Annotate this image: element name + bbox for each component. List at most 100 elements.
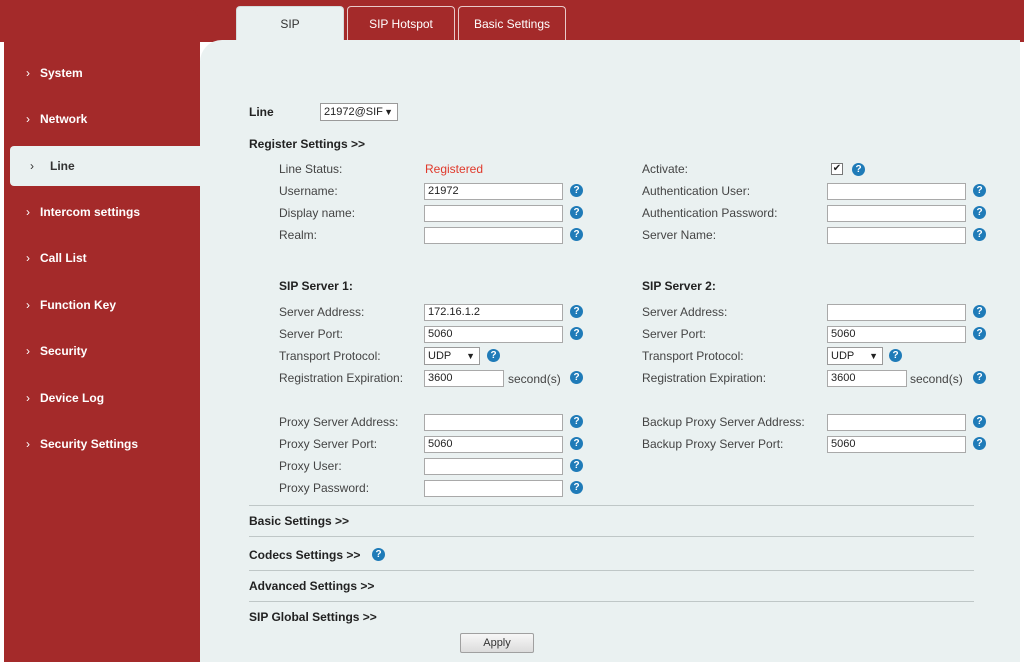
help-icon[interactable]: ? (973, 206, 986, 219)
server1-port-label: Server Port: (279, 327, 344, 341)
sidebar-item-label: Device Log (40, 391, 105, 405)
help-icon[interactable]: ? (570, 184, 583, 197)
server1-transport-label: Transport Protocol: (279, 349, 381, 363)
server-name-field[interactable] (827, 227, 966, 244)
sidebar-item-device-log[interactable]: › Device Log (4, 383, 200, 413)
divider (249, 601, 974, 602)
advanced-settings-header[interactable]: Advanced Settings >> (249, 579, 374, 593)
sip-global-settings-header[interactable]: SIP Global Settings >> (249, 610, 377, 624)
help-icon[interactable]: ? (372, 548, 385, 561)
backup-proxy-address-label: Backup Proxy Server Address: (642, 415, 805, 429)
server2-port-field[interactable]: 5060 (827, 326, 966, 343)
proxy-port-field[interactable]: 5060 (424, 436, 563, 453)
activate-label: Activate: (642, 162, 689, 176)
backup-proxy-port-field[interactable]: 5060 (827, 436, 966, 453)
sidebar-item-intercom-settings[interactable]: › Intercom settings (4, 197, 200, 227)
chevron-right-icon: › (26, 205, 30, 219)
server1-address-label: Server Address: (279, 305, 365, 319)
server1-address-field[interactable]: 172.16.1.2 (424, 304, 563, 321)
help-icon[interactable]: ? (570, 481, 583, 494)
sidebar-item-label: Network (40, 112, 88, 126)
sidebar-item-line[interactable]: › Line (10, 146, 202, 186)
server1-port-field[interactable]: 5060 (424, 326, 563, 343)
tab-sip-hotspot[interactable]: SIP Hotspot (347, 6, 455, 40)
sidebar-item-system[interactable]: › System (4, 58, 200, 88)
username-field[interactable]: 21972 (424, 183, 563, 200)
proxy-address-field[interactable] (424, 414, 563, 431)
server1-transport-value: UDP (428, 350, 452, 362)
chevron-right-icon: › (26, 391, 30, 405)
auth-password-label: Authentication Password: (642, 206, 778, 220)
sidebar-item-network[interactable]: › Network (4, 104, 200, 134)
proxy-password-label: Proxy Password: (279, 481, 370, 495)
realm-label: Realm: (279, 228, 318, 242)
auth-user-label: Authentication User: (642, 184, 751, 198)
proxy-password-field[interactable] (424, 480, 563, 497)
help-icon[interactable]: ? (973, 371, 986, 384)
line-select-value: 21972@SIF (324, 106, 383, 118)
sip-server-1-title: SIP Server 1: (279, 279, 353, 293)
server2-address-field[interactable] (827, 304, 966, 321)
help-icon[interactable]: ? (570, 371, 583, 384)
help-icon[interactable]: ? (570, 437, 583, 450)
help-icon[interactable]: ? (570, 228, 583, 241)
help-icon[interactable]: ? (973, 184, 986, 197)
help-icon[interactable]: ? (973, 228, 986, 241)
codecs-settings-header[interactable]: Codecs Settings >> (249, 548, 360, 562)
help-icon[interactable]: ? (852, 163, 865, 176)
backup-proxy-port-label: Backup Proxy Server Port: (642, 437, 784, 451)
sidebar-item-security[interactable]: › Security (4, 336, 200, 366)
proxy-user-field[interactable] (424, 458, 563, 475)
basic-settings-header[interactable]: Basic Settings >> (249, 514, 349, 528)
username-label: Username: (279, 184, 338, 198)
server2-transport-select[interactable]: UDP ▼ (827, 347, 883, 365)
activate-checkbox[interactable]: ✔ (831, 163, 843, 175)
server2-expiration-label: Registration Expiration: (642, 371, 767, 385)
help-icon[interactable]: ? (570, 415, 583, 428)
help-icon[interactable]: ? (973, 437, 986, 450)
proxy-user-label: Proxy User: (279, 459, 342, 473)
realm-field[interactable] (424, 227, 563, 244)
help-icon[interactable]: ? (570, 305, 583, 318)
auth-password-field[interactable] (827, 205, 966, 222)
help-icon[interactable]: ? (973, 327, 986, 340)
dropdown-arrow-icon: ▼ (869, 351, 878, 361)
chevron-right-icon: › (26, 251, 30, 265)
line-select[interactable]: 21972@SIF ▼ (320, 103, 398, 121)
server1-transport-select[interactable]: UDP ▼ (424, 347, 480, 365)
help-icon[interactable]: ? (487, 349, 500, 362)
server2-address-label: Server Address: (642, 305, 728, 319)
server-name-label: Server Name: (642, 228, 717, 242)
sidebar-item-call-list[interactable]: › Call List (4, 243, 200, 273)
server1-expiration-label: Registration Expiration: (279, 371, 404, 385)
server2-port-label: Server Port: (642, 327, 707, 341)
sidebar-item-label: Security (40, 344, 88, 358)
chevron-right-icon: › (26, 66, 30, 80)
tab-basic-settings[interactable]: Basic Settings (458, 6, 566, 40)
help-icon[interactable]: ? (889, 349, 902, 362)
help-icon[interactable]: ? (973, 305, 986, 318)
dropdown-arrow-icon: ▼ (384, 107, 393, 117)
help-icon[interactable]: ? (570, 459, 583, 472)
apply-button[interactable]: Apply (460, 633, 534, 653)
chevron-right-icon: › (26, 344, 30, 358)
display-name-label: Display name: (279, 206, 356, 220)
sidebar-item-label: Line (50, 159, 75, 173)
register-settings-header[interactable]: Register Settings >> (249, 137, 365, 151)
display-name-field[interactable] (424, 205, 563, 222)
chevron-right-icon: › (30, 159, 34, 173)
sidebar-item-label: Function Key (40, 298, 117, 312)
tab-sip[interactable]: SIP (236, 6, 344, 42)
server2-transport-label: Transport Protocol: (642, 349, 744, 363)
help-icon[interactable]: ? (973, 415, 986, 428)
help-icon[interactable]: ? (570, 327, 583, 340)
divider (249, 505, 974, 506)
sidebar-item-security-settings[interactable]: › Security Settings (4, 429, 200, 459)
auth-user-field[interactable] (827, 183, 966, 200)
sidebar-item-function-key[interactable]: › Function Key (4, 290, 200, 320)
server2-expiration-field[interactable]: 3600 (827, 370, 907, 387)
line-status-label: Line Status: (279, 162, 343, 176)
backup-proxy-address-field[interactable] (827, 414, 966, 431)
server1-expiration-field[interactable]: 3600 (424, 370, 504, 387)
help-icon[interactable]: ? (570, 206, 583, 219)
